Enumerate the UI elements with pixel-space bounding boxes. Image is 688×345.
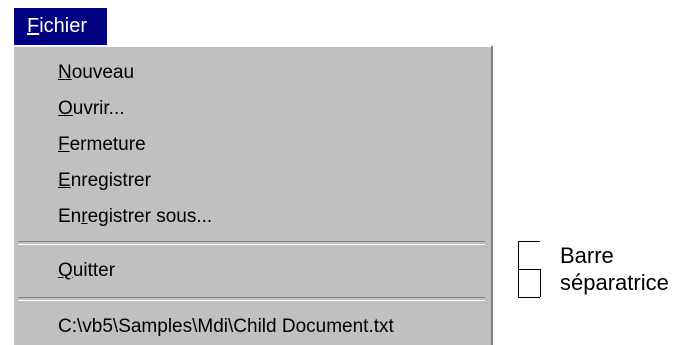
menu-separator-bottom (18, 297, 485, 301)
annotation-bracket-top-tick (518, 241, 540, 242)
menu-item-fermeture[interactable]: Fermeture (58, 130, 146, 160)
menu-fichier[interactable]: Fichier (14, 8, 107, 45)
menu-item-nouveau-accelerator: N (58, 62, 72, 83)
annotation-label: Barre séparatrice (560, 242, 669, 296)
annotation-label-line2: séparatrice (560, 270, 669, 295)
menu-item-enregistrer-sous-rest: egistrer sous... (87, 206, 213, 227)
menu-item-recent-file[interactable]: C:\vb5\Samples\Mdi\Child Document.txt (58, 312, 394, 342)
menu-item-fermeture-rest: ermeture (69, 134, 146, 155)
menu-fichier-accelerator: F (27, 15, 40, 37)
annotation-bracket-pointer-drop (540, 269, 541, 297)
menu-item-enregistrer-sous-prefix: En (58, 206, 82, 227)
menu-item-ouvrir-rest: uvrir... (72, 98, 125, 119)
menu-fichier-rest: ichier (39, 15, 88, 37)
menu-item-fermeture-accelerator: F (58, 134, 70, 155)
menu-item-nouveau-rest: ouveau (71, 62, 135, 83)
menu-item-enregistrer-rest: nregistrer (70, 170, 151, 191)
menu-item-enregistrer-sous[interactable]: Enregistrer sous... (58, 202, 212, 232)
annotation-bracket-bottom-tick (518, 297, 540, 298)
menu-item-ouvrir-accelerator: O (58, 98, 73, 119)
menu-item-recent-file-label: C:\vb5\Samples\Mdi\Child Document.txt (58, 316, 394, 337)
screenshot-stage: Fichier Nouveau Ouvrir... Fermeture Enre… (0, 0, 688, 345)
menu-item-nouveau[interactable]: Nouveau (58, 58, 134, 88)
annotation-bracket-pointer (519, 269, 541, 270)
menu-item-quitter[interactable]: Quitter (58, 256, 115, 286)
menu-separator-top (18, 241, 485, 245)
fichier-dropdown-menu: Nouveau Ouvrir... Fermeture Enregistrer … (12, 45, 493, 345)
menu-item-quitter-accelerator: Q (58, 260, 73, 281)
menu-item-ouvrir[interactable]: Ouvrir... (58, 94, 125, 124)
menu-item-enregistrer[interactable]: Enregistrer (58, 166, 151, 196)
menu-item-enregistrer-accelerator: E (58, 170, 71, 191)
annotation-label-line1: Barre (560, 243, 614, 268)
menu-item-quitter-rest: uitter (72, 260, 116, 281)
